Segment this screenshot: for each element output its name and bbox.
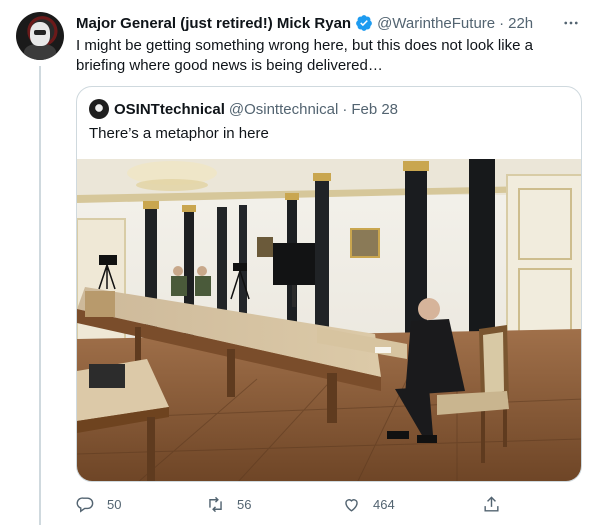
quoted-author-handle[interactable]: @Osinttechnical (229, 101, 338, 118)
quoted-tweet-header: OSINTtechnical @Osinttechnical · Feb 28 (89, 99, 398, 119)
share-button[interactable] (482, 492, 513, 516)
like-count: 464 (373, 496, 395, 512)
author-handle[interactable]: @WarintheFuture (377, 15, 495, 32)
quoted-tweet-text: There’s a metaphor in here (89, 125, 269, 142)
verified-badge-icon (356, 15, 372, 31)
author-avatar[interactable] (16, 12, 64, 60)
reply-button[interactable]: 50 (76, 492, 121, 516)
quoted-author-name[interactable]: OSINTtechnical (114, 101, 225, 118)
quoted-tweet-timestamp[interactable]: Feb 28 (351, 101, 398, 118)
avatar-body (24, 44, 56, 60)
quoted-tweet[interactable]: OSINTtechnical @Osinttechnical · Feb 28 … (76, 86, 582, 482)
share-icon (484, 495, 499, 512)
retweet-button[interactable]: 56 (206, 492, 251, 516)
thread-line (39, 66, 41, 525)
tweet-actions: 50 56 464 (76, 490, 536, 518)
author-name[interactable]: Major General (just retired!) Mick Ryan (76, 15, 351, 32)
tweet-timestamp[interactable]: 22h (508, 15, 533, 32)
quoted-tweet-photo[interactable] (77, 159, 581, 481)
avatar-visor (34, 30, 46, 35)
tweet-text: I might be getting something wrong here,… (76, 37, 533, 74)
like-icon (345, 498, 358, 512)
meeting-room-photo (77, 159, 581, 481)
reply-count: 50 (107, 496, 122, 512)
header-separator: · (499, 14, 505, 32)
like-button[interactable]: 464 (342, 492, 395, 516)
tweet-header: Major General (just retired!) Mick Ryan … (76, 12, 582, 34)
more-icon[interactable] (560, 12, 582, 34)
quoted-author-avatar[interactable] (89, 99, 109, 119)
quoted-header-separator: · (342, 100, 348, 118)
retweet-count: 56 (237, 496, 252, 512)
retweet-icon (209, 496, 222, 512)
reply-icon (76, 496, 94, 513)
